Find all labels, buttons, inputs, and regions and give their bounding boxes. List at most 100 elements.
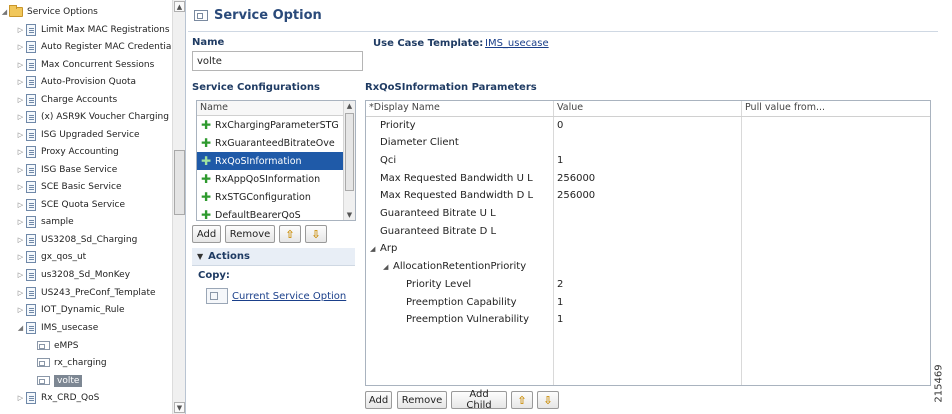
parameter-row[interactable]: Preemption Capability 1 [366,293,930,311]
parameter-value[interactable]: 1 [557,297,563,308]
parameter-row[interactable]: Priority Level 2 [366,275,930,293]
param-move-up-button[interactable]: ⇧ [511,391,533,409]
expand-twisty-icon[interactable]: ▷ [16,218,25,226]
tree-item[interactable]: ▷ Max Concurrent Sessions [0,56,172,73]
tree-item[interactable]: ▷ Proxy Accounting [0,143,172,160]
tree-item[interactable]: ▷ ISG Upgraded Service [0,126,172,143]
tree-item[interactable]: ▷ US3208_Sd_Charging [0,231,172,248]
parameter-row[interactable]: ◢ AllocationRetentionPriority [366,258,930,276]
config-list-item[interactable]: ✚ RxChargingParameterSTG [197,116,343,134]
tree-item[interactable]: ▷ ISG Base Service [0,161,172,178]
column-header-display-name[interactable]: *Display Name [366,101,440,116]
tree-item[interactable]: rx_charging [0,354,172,371]
expand-twisty-icon[interactable]: ▷ [16,394,25,402]
expand-twisty-icon[interactable]: ▷ [16,183,25,191]
tree-item[interactable]: ▷ Auto Register MAC Credentia [0,38,172,55]
tree-item[interactable]: ▷ (x) ASR9K Voucher Charging [0,108,172,125]
tree-item[interactable]: ▷ IOT_Dynamic_Rule [0,301,172,318]
expand-twisty-icon[interactable]: ▷ [16,166,25,174]
use-case-template-link[interactable]: IMS_usecase [485,38,549,49]
config-list-scrollbar[interactable]: ▲ ▼ [343,101,355,220]
expand-twisty-icon[interactable]: ▷ [16,131,25,139]
tree-item[interactable]: ▷ us3208_Sd_MonKey [0,266,172,283]
tree-item[interactable]: ▷ Limit Max MAC Registrations [0,21,172,38]
parameter-value[interactable]: 256000 [557,190,595,201]
tree-item[interactable]: volte [0,372,172,389]
tree-item[interactable]: ▷ Rx_CRD_QoS [0,389,172,406]
parameter-row[interactable]: Guaranteed Bitrate D L [366,222,930,240]
config-list-item[interactable]: ✚ RxSTGConfiguration [197,188,343,206]
parameter-row[interactable]: Priority 0 [366,116,930,134]
move-down-button[interactable]: ⇩ [305,225,327,243]
collapse-twisty-icon[interactable]: ◢ [370,245,375,253]
config-list-item[interactable]: ✚ RxGuaranteedBitrateOve [197,134,343,152]
copy-current-service-option[interactable]: Current Service Option [206,288,346,304]
expand-twisty-icon[interactable]: ▷ [16,43,25,51]
expand-twisty-icon[interactable]: ▷ [16,96,25,104]
expand-twisty-icon[interactable]: ▷ [16,253,25,261]
parameter-row[interactable]: Max Requested Bandwidth D L 256000 [366,187,930,205]
parameter-row[interactable]: ◢ Arp [366,240,930,258]
param-remove-button[interactable]: Remove [397,391,447,409]
config-list-item[interactable]: ✚ DefaultBearerQoS [197,206,343,220]
move-up-button[interactable]: ⇧ [279,225,301,243]
parameter-value[interactable]: 2 [557,279,563,290]
parameter-row[interactable]: Max Requested Bandwidth U L 256000 [366,169,930,187]
parameter-value[interactable]: 1 [557,314,563,325]
collapse-caret-icon[interactable]: ▼ [197,252,203,261]
collapse-twisty-icon[interactable]: ◢ [383,263,388,271]
document-icon [26,286,36,299]
scroll-thumb[interactable] [174,150,185,215]
expand-twisty-icon[interactable]: ▷ [16,201,25,209]
expand-twisty-icon[interactable]: ▷ [16,148,25,156]
parameter-value[interactable]: 1 [557,155,563,166]
config-list-item[interactable]: ✚ RxAppQoSInformation [197,170,343,188]
tree-item[interactable]: ▷ sample [0,213,172,230]
config-list-item[interactable]: ✚RxQoSInformation≡ [197,152,343,170]
actions-panel-header[interactable]: ▼ Actions [192,248,355,266]
expand-twisty-icon[interactable]: ▷ [16,236,25,244]
param-move-down-button[interactable]: ⇩ [537,391,559,409]
tree-scrollbar[interactable]: ▲ ▼ [172,0,185,414]
expand-twisty-icon[interactable]: ▷ [16,26,25,34]
name-input[interactable] [192,51,363,71]
expand-twisty-icon[interactable]: ▷ [16,61,25,69]
expand-twisty-icon[interactable]: ▷ [16,306,25,314]
tree-item[interactable]: ▷ Charge Accounts [0,91,172,108]
parameters-table[interactable]: *Display Name Value Pull value from... P… [365,100,931,386]
scroll-thumb[interactable] [345,113,354,191]
tree-item[interactable]: ▷ US243_PreConf_Template [0,284,172,301]
expand-twisty-icon[interactable]: ▷ [16,271,25,279]
expand-twisty-icon[interactable]: ▷ [16,289,25,297]
parameter-value[interactable]: 256000 [557,173,595,184]
scroll-up-icon[interactable]: ▲ [174,1,185,12]
parameter-row[interactable]: Preemption Vulnerability 1 [366,311,930,329]
column-header-pull-value[interactable]: Pull value from... [742,101,825,116]
tree-item[interactable]: eMPS [0,337,172,354]
column-header-value[interactable]: Value [554,101,583,116]
collapse-twisty-icon[interactable]: ◢ [16,324,25,332]
service-configurations-list[interactable]: Name ✚ RxChargingParameterSTG ✚ RxGuarantee… [196,100,356,221]
expand-twisty-icon[interactable]: ▷ [16,113,25,121]
parameter-value[interactable]: 0 [557,120,563,131]
scroll-down-icon[interactable]: ▼ [344,210,355,220]
copy-current-service-option-link[interactable]: Current Service Option [232,291,346,302]
config-add-button[interactable]: Add [192,225,221,243]
expand-twisty-icon[interactable]: ▷ [16,78,25,86]
param-add-child-button[interactable]: Add Child [451,389,507,411]
tree-item[interactable]: ▷ SCE Quota Service [0,196,172,213]
parameter-row[interactable]: Qci 1 [366,151,930,169]
param-add-button[interactable]: Add [365,391,392,409]
parameter-row[interactable]: Diameter Client [366,134,930,152]
scroll-up-icon[interactable]: ▲ [344,101,355,111]
collapse-twisty-icon[interactable]: ◢ [0,8,9,16]
tree-item[interactable]: ◢ Service Options [0,3,172,20]
tree-item[interactable]: ▷ gx_qos_ut [0,248,172,265]
parameter-row[interactable]: Guaranteed Bitrate U L [366,205,930,223]
tree-item[interactable]: ◢ IMS_usecase [0,319,172,336]
config-remove-button[interactable]: Remove [225,225,275,243]
service-options-tree[interactable]: ◢ Service Options ▷ Limit Max MAC Registrat… [0,0,186,414]
tree-item[interactable]: ▷ Auto-Provision Quota [0,73,172,90]
tree-item[interactable]: ▷ SCE Basic Service [0,178,172,195]
scroll-down-icon[interactable]: ▼ [174,402,185,413]
